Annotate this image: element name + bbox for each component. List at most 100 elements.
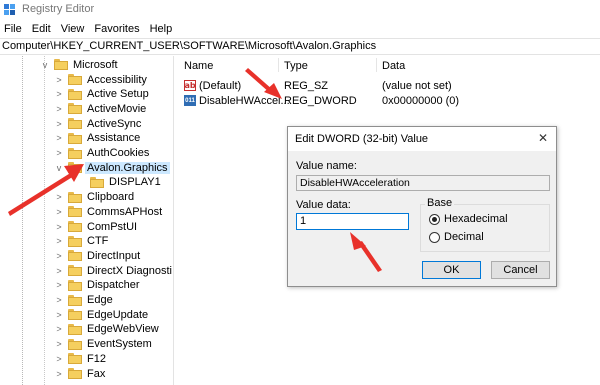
value-type: REG_DWORD (284, 94, 357, 107)
tree-node-directx-diagnosti[interactable]: > DirectX Diagnosti (54, 263, 172, 278)
dialog-title-bar[interactable]: Edit DWORD (32-bit) Value ✕ (288, 127, 556, 151)
tree-node-label: DirectX Diagnosti (87, 264, 172, 277)
folder-icon (68, 368, 82, 379)
chevron-right-icon[interactable]: > (54, 354, 64, 364)
value-name: DisableHWAccel... (199, 94, 290, 107)
chevron-right-icon[interactable]: > (54, 148, 64, 158)
chevron-right-icon[interactable]: > (54, 266, 64, 276)
address-path[interactable]: Computer\HKEY_CURRENT_USER\SOFTWARE\Micr… (2, 40, 376, 52)
chevron-down-icon[interactable]: v (40, 60, 50, 70)
address-bar[interactable]: Computer\HKEY_CURRENT_USER\SOFTWARE\Micr… (0, 38, 600, 55)
chevron-right-icon[interactable]: > (54, 207, 64, 217)
tree-node-edge[interactable]: > Edge (54, 293, 112, 308)
folder-icon (68, 132, 82, 144)
tree-node-directinput[interactable]: > DirectInput (54, 248, 140, 263)
menu-help[interactable]: Help (146, 23, 179, 35)
tree-node-ctf[interactable]: > CTF (54, 234, 108, 249)
folder-icon (68, 147, 82, 159)
folder-icon (68, 309, 82, 321)
tree-guide-line (44, 56, 45, 385)
value-name-text: DisableHWAcceleration (300, 177, 410, 189)
tree-node-microsoft[interactable]: v Microsoft (40, 57, 118, 72)
edit-dword-dialog[interactable]: Edit DWORD (32-bit) Value ✕ Value name: … (287, 126, 557, 287)
close-icon[interactable]: ✕ (538, 131, 548, 145)
tree-node-activemovie[interactable]: > ActiveMovie (54, 101, 146, 116)
tree-node-label: Active Setup (87, 88, 149, 101)
tree-node-label: Assistance (87, 132, 141, 145)
tree-guide-line (22, 56, 23, 385)
chevron-down-icon[interactable]: v (54, 163, 64, 173)
tree-node-label: DirectInput (87, 249, 141, 262)
column-header-name[interactable]: Name (184, 60, 213, 72)
menu-view[interactable]: View (57, 23, 91, 35)
folder-icon (68, 191, 82, 203)
folder-icon (90, 176, 104, 188)
value-data: 0x00000000 (0) (382, 94, 460, 107)
string-value-icon: ab (184, 80, 196, 91)
tree-node-label: AuthCookies (87, 147, 150, 159)
folder-icon (68, 206, 82, 218)
tree-node-fax[interactable]: > Fax (54, 366, 105, 381)
tree-node-label: ComPstUI (87, 220, 138, 233)
tree-node-avalon-graphics[interactable]: v Avalon.Graphics (54, 160, 170, 175)
hexadecimal-label[interactable]: Hexadecimal (444, 213, 508, 225)
dialog-title: Edit DWORD (32-bit) Value (295, 133, 429, 145)
tree-node-edgeupdate[interactable]: > EdgeUpdate (54, 307, 148, 322)
value-data-label: Value data: (296, 199, 351, 211)
menu-edit[interactable]: Edit (28, 23, 57, 35)
menu-favorites[interactable]: Favorites (90, 23, 145, 35)
folder-icon (68, 279, 82, 291)
cancel-button[interactable]: Cancel (491, 261, 550, 279)
folder-icon (68, 353, 82, 365)
chevron-right-icon[interactable]: > (54, 339, 64, 349)
value-data-text[interactable]: 1 (300, 215, 306, 227)
chevron-right-icon[interactable]: > (54, 133, 64, 143)
tree-node-active-setup[interactable]: > Active Setup (54, 87, 149, 102)
value-data-input[interactable]: 1 (296, 213, 409, 230)
chevron-right-icon[interactable]: > (54, 222, 64, 232)
chevron-right-icon[interactable]: > (54, 324, 64, 334)
tree-node-f12[interactable]: > F12 (54, 351, 106, 366)
tree-node-dispatcher[interactable]: > Dispatcher (54, 278, 139, 293)
value-data: (value not set) (382, 79, 452, 92)
menu-file[interactable]: File (0, 23, 28, 35)
registry-tree[interactable]: v Microsoft > Accessibility > Active Setup >… (0, 56, 174, 385)
folder-icon (68, 323, 82, 335)
column-divider[interactable] (376, 58, 377, 72)
column-header-type[interactable]: Type (284, 60, 308, 72)
hexadecimal-radio[interactable] (429, 214, 440, 225)
folder-icon (68, 294, 82, 306)
tree-node-eventsystem[interactable]: > EventSystem (54, 337, 151, 352)
value-row-disablehwacceleration[interactable]: 011 DisableHWAccel... (184, 93, 290, 108)
column-header-data[interactable]: Data (382, 60, 405, 72)
tree-node-commsaphost[interactable]: > CommsAPHost (54, 204, 162, 219)
tree-node-compstui[interactable]: > ComPstUI (54, 219, 137, 234)
chevron-right-icon[interactable]: > (54, 119, 64, 129)
chevron-right-icon[interactable]: > (54, 75, 64, 85)
chevron-right-icon[interactable]: > (54, 192, 64, 202)
chevron-right-icon[interactable]: > (54, 251, 64, 261)
value-name: (Default) (199, 79, 242, 92)
tree-node-activesync[interactable]: > ActiveSync (54, 116, 141, 131)
chevron-right-icon[interactable]: > (54, 89, 64, 99)
tree-node-assistance[interactable]: > Assistance (54, 131, 140, 146)
column-divider[interactable] (278, 58, 279, 72)
ok-button[interactable]: OK (422, 261, 481, 279)
decimal-radio[interactable] (429, 232, 440, 243)
value-row-default[interactable]: ab (Default) (184, 78, 284, 93)
tree-node-accessibility[interactable]: > Accessibility (54, 72, 147, 87)
chevron-right-icon[interactable]: > (54, 369, 64, 379)
menu-bar: File Edit View Favorites Help (0, 20, 178, 38)
folder-icon (68, 103, 82, 115)
tree-node-clipboard[interactable]: > Clipboard (54, 190, 134, 205)
tree-node-authcookies[interactable]: > AuthCookies (54, 146, 149, 161)
decimal-label[interactable]: Decimal (444, 231, 484, 243)
tree-node-display1[interactable]: DISPLAY1 (76, 175, 161, 190)
chevron-right-icon[interactable]: > (54, 236, 64, 246)
chevron-right-icon[interactable]: > (54, 310, 64, 320)
chevron-right-icon[interactable]: > (54, 295, 64, 305)
chevron-right-icon[interactable]: > (54, 280, 64, 290)
chevron-right-icon[interactable]: > (54, 104, 64, 114)
folder-open-icon (54, 59, 68, 70)
tree-node-edgewebview[interactable]: > EdgeWebView (54, 322, 158, 337)
